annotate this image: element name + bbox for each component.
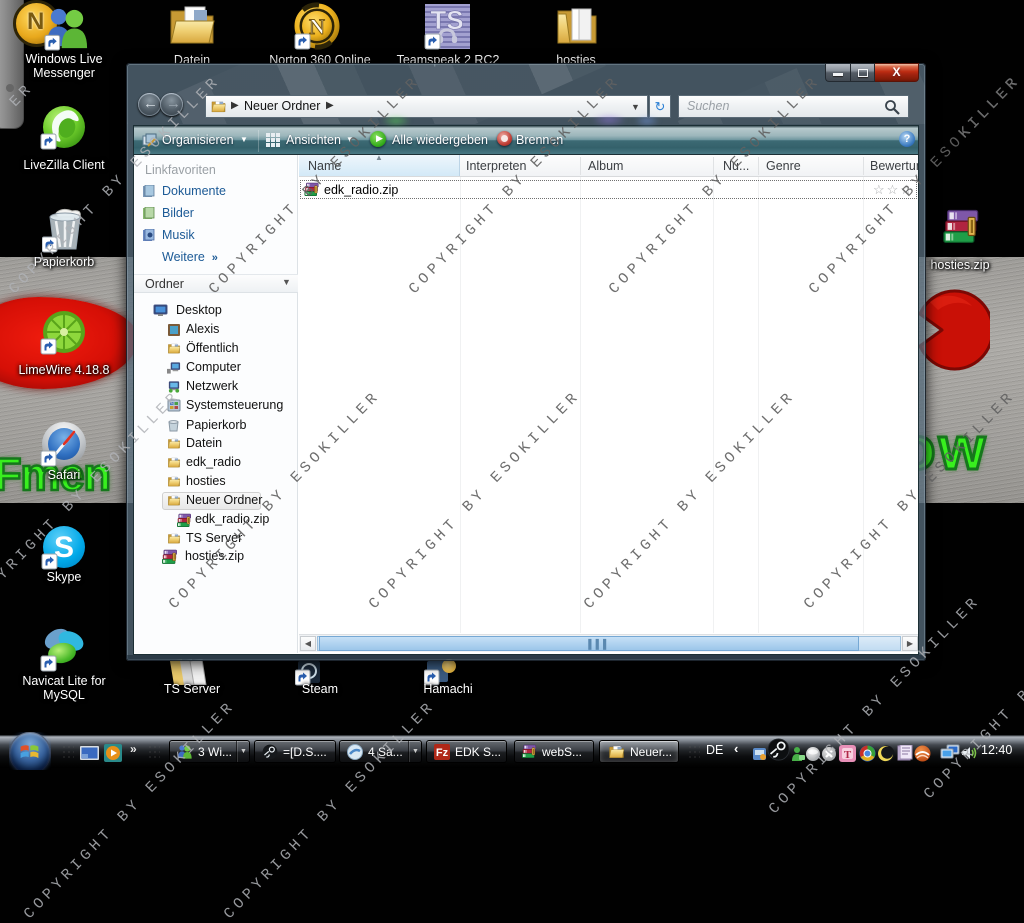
- svg-text:T: T: [844, 749, 852, 761]
- svg-text:Fz: Fz: [436, 747, 449, 759]
- svg-text:N: N: [309, 14, 325, 39]
